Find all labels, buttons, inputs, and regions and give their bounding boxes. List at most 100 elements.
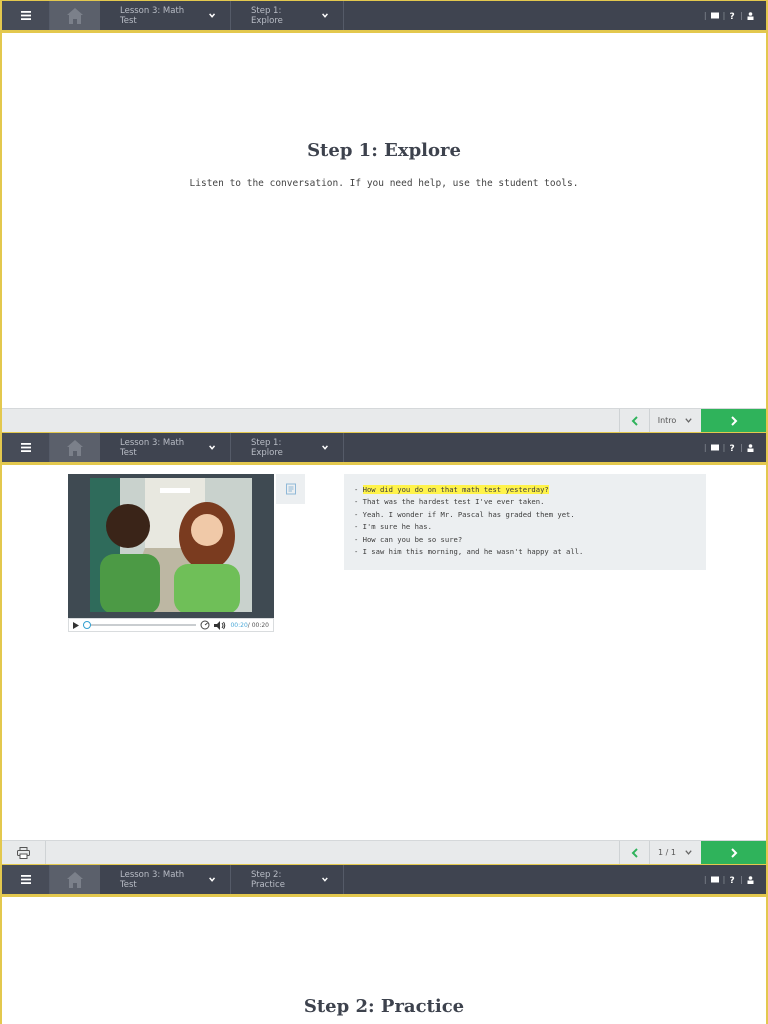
transcript-line: - How can you be so sure? xyxy=(354,534,463,544)
video-still-illustration xyxy=(90,478,252,612)
chevron-right-icon xyxy=(730,847,737,858)
next-button[interactable] xyxy=(701,841,766,864)
page-select-value: Intro xyxy=(657,416,677,425)
transcript-line: - That was the hardest test I've ever ta… xyxy=(354,497,545,507)
home-button[interactable] xyxy=(50,1,100,30)
volume-icon[interactable] xyxy=(214,620,226,630)
page-select[interactable]: 1 / 1 xyxy=(649,841,701,864)
current-time: 00:20 xyxy=(230,621,248,629)
chevron-down-icon xyxy=(322,13,328,18)
transcript-dash: - xyxy=(354,485,363,494)
media-time: 00:20/ 00:20 xyxy=(230,622,269,629)
top-nav-bar: Lesson 3: Math Test Step 1: Explore | | … xyxy=(2,0,766,33)
toolbar-right: | | ? | xyxy=(704,865,766,894)
lesson-label: Lesson 3: Math Test xyxy=(120,5,185,26)
divider: | xyxy=(703,11,707,20)
lesson-label: Lesson 3: Math Test xyxy=(120,437,185,458)
top-nav-bar: Lesson 3: Math Test Step 2: Practice | |… xyxy=(2,864,766,897)
transcript-line: - Yeah. I wonder if Mr. Pascal has grade… xyxy=(354,509,575,519)
menu-button[interactable] xyxy=(2,865,50,894)
printer-icon xyxy=(17,846,30,859)
divider: | xyxy=(703,443,707,452)
user-icon[interactable] xyxy=(747,875,754,884)
question-icon[interactable]: ? xyxy=(729,875,736,884)
home-button[interactable] xyxy=(50,433,100,462)
transcript-button[interactable] xyxy=(276,474,305,504)
user-icon[interactable] xyxy=(747,11,754,20)
chevron-down-icon xyxy=(208,445,215,450)
book-icon[interactable] xyxy=(710,444,719,451)
previous-button[interactable] xyxy=(619,409,649,432)
transcript-line: - I saw him this morning, and he wasn't … xyxy=(354,547,584,557)
step-label: Step 1: Explore xyxy=(251,5,283,26)
screen-step2-practice: Lesson 3: Math Test Step 2: Practice | |… xyxy=(0,864,768,1024)
chevron-left-icon xyxy=(631,415,638,426)
svg-text:?: ? xyxy=(730,12,735,20)
chevron-down-icon xyxy=(208,13,215,18)
menu-button[interactable] xyxy=(2,1,50,30)
bottom-nav-bar: Intro xyxy=(2,408,766,432)
hamburger-menu-icon xyxy=(20,875,31,884)
divider: | xyxy=(722,11,726,20)
page-title: Step 2: Practice xyxy=(303,996,465,1017)
divider: | xyxy=(740,443,743,452)
divider: | xyxy=(722,443,726,452)
divider: | xyxy=(703,875,707,884)
hamburger-menu-icon xyxy=(20,11,31,20)
lesson-label: Lesson 3: Math Test xyxy=(120,869,185,890)
screen-step1-listen: Lesson 3: Math Test Step 1: Explore | | … xyxy=(0,432,768,864)
page-title: Step 1: Explore xyxy=(307,140,461,161)
step-dropdown[interactable]: Step 2: Practice xyxy=(231,865,344,894)
svg-text:?: ? xyxy=(730,876,735,884)
divider: | xyxy=(722,875,726,884)
bottom-nav-bar: 1 / 1 xyxy=(2,840,766,864)
page-instructions: Listen to the conversation. If you need … xyxy=(189,178,579,189)
previous-button[interactable] xyxy=(619,841,649,864)
transcript-line: - I'm sure he has. xyxy=(354,522,432,532)
menu-button[interactable] xyxy=(2,433,50,462)
play-icon[interactable] xyxy=(73,621,79,629)
book-icon[interactable] xyxy=(710,876,719,883)
lesson-dropdown[interactable]: Lesson 3: Math Test xyxy=(100,433,231,462)
svg-text:?: ? xyxy=(730,444,735,452)
transcript-line: - How did you do on that math test yeste… xyxy=(354,484,696,496)
home-icon xyxy=(67,439,83,456)
seek-bar[interactable] xyxy=(83,621,197,629)
toolbar-right: | | ? | xyxy=(704,433,766,462)
next-button[interactable] xyxy=(701,409,766,432)
speed-icon[interactable] xyxy=(200,620,210,630)
media-controls: 00:20/ 00:20 xyxy=(68,618,274,632)
seek-handle[interactable] xyxy=(83,621,91,629)
page-select[interactable]: Intro xyxy=(649,409,701,432)
chevron-down-icon xyxy=(208,877,215,882)
video-player[interactable] xyxy=(68,474,274,632)
step-label: Step 1: Explore xyxy=(251,437,283,458)
step-dropdown[interactable]: Step 1: Explore xyxy=(231,433,344,462)
chevron-down-icon xyxy=(322,877,328,882)
chevron-down-icon xyxy=(685,418,692,423)
divider: | xyxy=(740,11,743,20)
step-label: Step 2: Practice xyxy=(251,869,285,890)
question-icon[interactable]: ? xyxy=(729,11,736,20)
step-dropdown[interactable]: Step 1: Explore xyxy=(231,1,344,30)
lesson-dropdown[interactable]: Lesson 3: Math Test xyxy=(100,865,231,894)
home-icon xyxy=(67,7,83,24)
lesson-dropdown[interactable]: Lesson 3: Math Test xyxy=(100,1,231,30)
user-icon[interactable] xyxy=(747,443,754,452)
transcript-icon xyxy=(285,483,296,495)
duration: / 00:20 xyxy=(247,621,269,629)
chevron-right-icon xyxy=(730,415,737,426)
chevron-down-icon xyxy=(685,850,692,855)
top-nav-bar: Lesson 3: Math Test Step 1: Explore | | … xyxy=(2,432,766,465)
transcript-panel: - How did you do on that math test yeste… xyxy=(344,474,706,570)
divider: | xyxy=(740,875,743,884)
home-button[interactable] xyxy=(50,865,100,894)
home-icon xyxy=(67,871,83,888)
print-button[interactable] xyxy=(2,841,46,864)
transcript-highlighted-text: How did you do on that math test yesterd… xyxy=(362,485,549,494)
chevron-left-icon xyxy=(631,847,638,858)
toolbar-right: | | ? | xyxy=(704,1,766,30)
question-icon[interactable]: ? xyxy=(729,443,736,452)
book-icon[interactable] xyxy=(710,12,719,19)
page-select-value: 1 / 1 xyxy=(658,848,676,857)
